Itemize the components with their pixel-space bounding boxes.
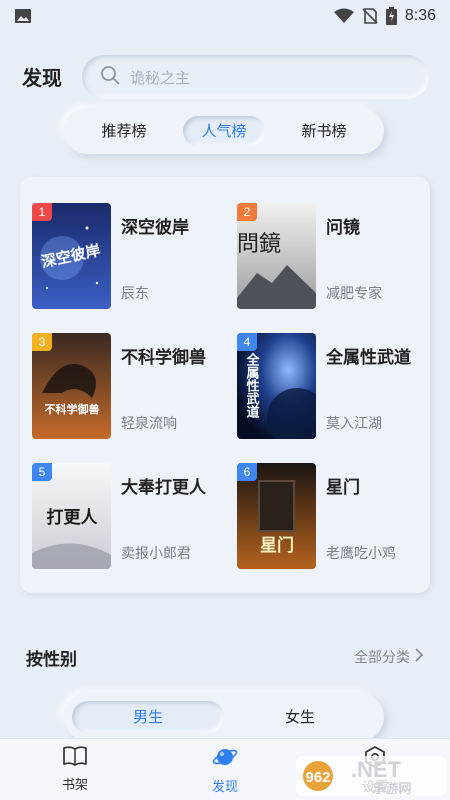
book-cover[interactable]: 不科学御兽 3	[32, 333, 111, 439]
book-item[interactable]: 星门 6 星门 老鹰吃小鸡	[237, 463, 427, 569]
status-time: 8:36	[404, 7, 436, 24]
battery-charging-icon	[385, 7, 397, 25]
book-item[interactable]: 全属性武道 4 全属性武道 莫入江湖	[237, 333, 427, 439]
header: 发现 诡秘之主	[0, 50, 450, 106]
rank-badge: 5	[32, 463, 52, 481]
nav-item-discover[interactable]: 发现	[195, 745, 255, 795]
all-categories-link[interactable]: 全部分类	[354, 647, 424, 667]
tab-male[interactable]: 男生	[72, 701, 224, 733]
book-item[interactable]: 深空彼岸 1 深空彼岸 辰东	[32, 203, 222, 309]
nav-item-bookshelf[interactable]: 书架	[45, 745, 105, 793]
book-title[interactable]: 问镜	[326, 213, 360, 238]
svg-text:星门: 星门	[260, 535, 294, 556]
rank-tabs: 推荐榜 人气榜 新书榜	[64, 108, 384, 154]
planet-icon	[195, 745, 255, 773]
book-item[interactable]: 打更人 5 大奉打更人 卖报小郎君	[32, 463, 222, 569]
chevron-right-icon	[414, 648, 424, 666]
book-author: 辰东	[121, 286, 149, 302]
book-author: 卖报小郎君	[121, 546, 191, 562]
rank-badge: 2	[237, 203, 257, 221]
book-cover[interactable]: 問鏡 2	[237, 203, 316, 309]
book-cover[interactable]: 深空彼岸 1	[32, 203, 111, 309]
book-title[interactable]: 大奉打更人	[121, 473, 206, 498]
nav-label: 书架	[61, 778, 88, 793]
section-title-gender: 按性别	[26, 650, 77, 670]
svg-text:問鏡: 問鏡	[237, 232, 281, 257]
watermark-logo: 962 .NET 乐游网	[296, 750, 446, 798]
book-author: 莫入江湖	[326, 416, 382, 432]
page-title: 发现	[22, 66, 62, 90]
book-author: 减肥专家	[326, 286, 382, 302]
book-cover[interactable]: 星门 6	[237, 463, 316, 569]
wifi-icon	[333, 8, 354, 24]
book-icon	[45, 745, 105, 771]
book-title[interactable]: 不科学御兽	[121, 343, 206, 368]
nav-label: 发现	[211, 780, 238, 795]
svg-text:962: 962	[305, 769, 330, 786]
book-title[interactable]: 星门	[326, 473, 360, 498]
svg-text:全属性武道: 全属性武道	[244, 352, 261, 419]
search-placeholder: 诡秘之主	[130, 68, 191, 87]
tab-new[interactable]: 新书榜	[283, 116, 364, 146]
svg-text:乐游网: 乐游网	[372, 781, 411, 797]
book-title[interactable]: 深空彼岸	[121, 213, 189, 238]
svg-text:不科学御兽: 不科学御兽	[45, 402, 100, 416]
search-input[interactable]: 诡秘之主	[82, 55, 429, 99]
svg-text:打更人: 打更人	[47, 507, 99, 528]
bottom-nav: 书架 发现 设置 962 .NET 乐游网	[0, 738, 450, 800]
rank-badge: 6	[237, 463, 257, 481]
tab-popular[interactable]: 人气榜	[183, 116, 265, 146]
book-ranking-panel: 深空彼岸 1 深空彼岸 辰东 問鏡 2 问镜 减肥专家 不科学御兽 3 不科学御…	[20, 177, 430, 593]
book-item[interactable]: 不科学御兽 3 不科学御兽 轻泉流响	[32, 333, 222, 439]
book-author: 老鹰吃小鸡	[326, 546, 396, 562]
no-sim-icon	[362, 8, 378, 24]
tab-female[interactable]: 女生	[224, 701, 376, 733]
svg-text:.NET: .NET	[351, 757, 402, 782]
book-author: 轻泉流响	[121, 416, 177, 432]
rank-badge: 1	[32, 203, 52, 221]
search-icon	[100, 65, 120, 89]
rank-badge: 3	[32, 333, 52, 351]
status-bar: 8:36	[0, 0, 450, 32]
rank-badge: 4	[237, 333, 257, 351]
all-categories-label: 全部分类	[354, 650, 410, 666]
gender-tabs: 男生 女生	[64, 693, 384, 741]
book-item[interactable]: 問鏡 2 问镜 减肥专家	[237, 203, 427, 309]
gallery-icon	[14, 8, 32, 24]
tab-recommended[interactable]: 推荐榜	[83, 116, 164, 146]
book-cover[interactable]: 全属性武道 4	[237, 333, 316, 439]
book-title[interactable]: 全属性武道	[326, 343, 411, 368]
book-cover[interactable]: 打更人 5	[32, 463, 111, 569]
